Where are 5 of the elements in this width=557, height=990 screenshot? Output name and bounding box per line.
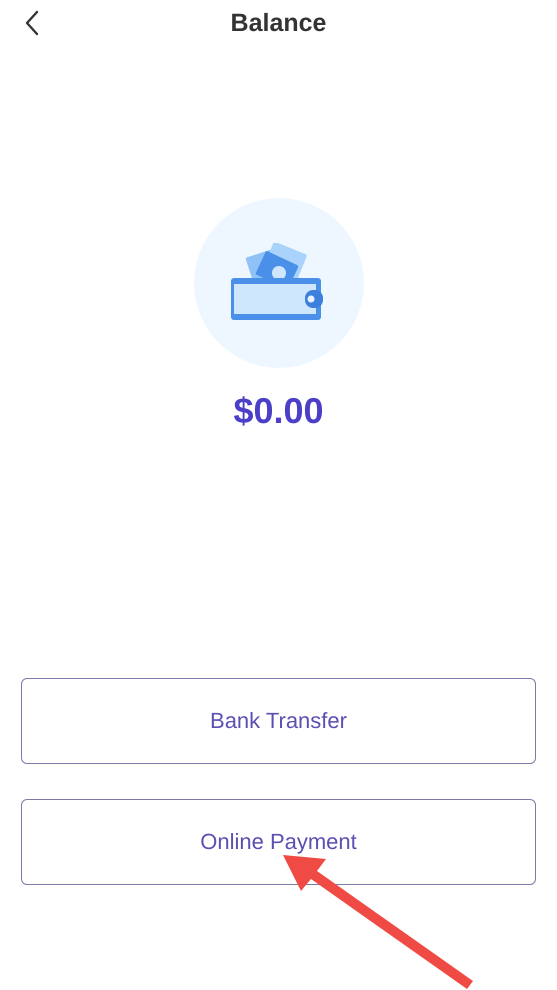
balance-amount: $0.00 — [233, 390, 324, 432]
back-icon[interactable] — [24, 10, 40, 36]
payment-method-button[interactable]: Bank Transfer — [21, 678, 536, 764]
payment-method-button[interactable]: Online Payment — [21, 799, 536, 885]
page-title: Balance — [230, 8, 326, 38]
